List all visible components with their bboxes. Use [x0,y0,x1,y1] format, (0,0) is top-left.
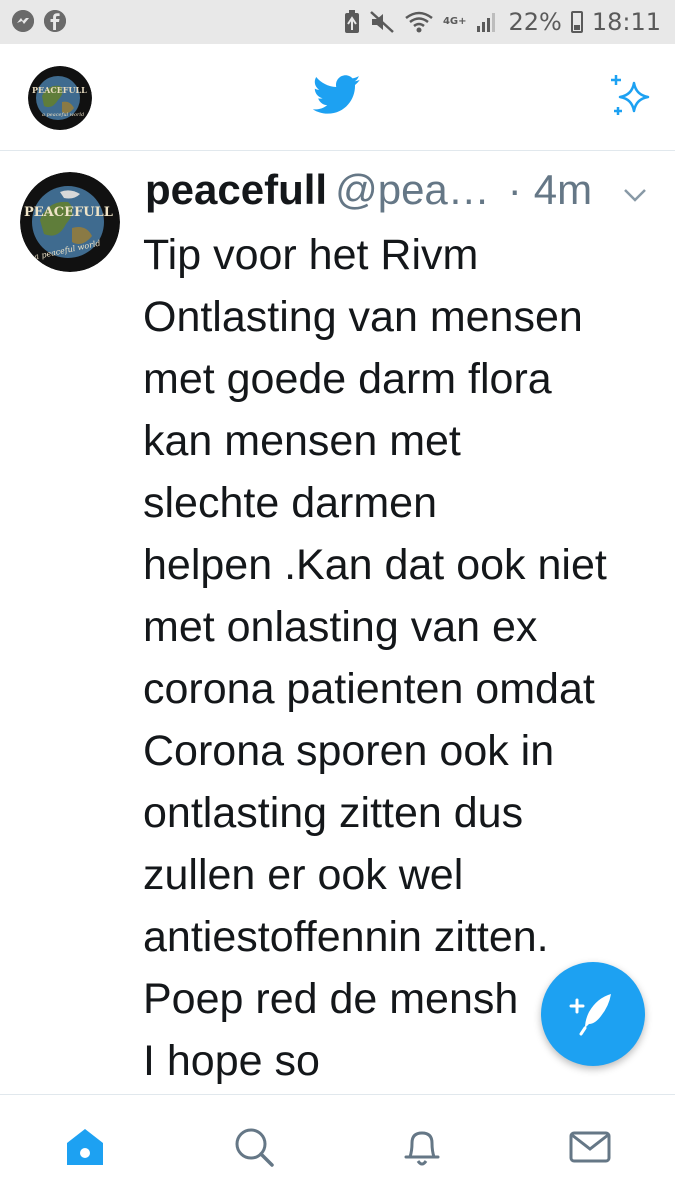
tweet-line: helpen .Kan dat ook niet [143,541,607,589]
tweet-line: zullen er ook wel [143,851,464,899]
tweet-line: met onlasting van ex [143,603,538,651]
wifi-icon [405,11,433,33]
facebook-icon [44,10,66,32]
notification-icons [12,10,66,32]
tweet-line: Tip voor het Rivm [143,231,479,279]
tweet-line: corona patienten omdat [143,665,595,713]
battery-saver-icon [344,10,359,33]
system-icons: 4G+ 22% 18:11 [344,8,661,36]
signal-icon [477,13,496,32]
messenger-icon [12,10,34,32]
home-icon[interactable] [63,1125,107,1169]
app-header: PEACEFULL a peaceful world [0,44,675,151]
network-type: 4G+ [442,16,467,27]
compose-icon [569,994,611,1036]
tweet-line: ontlasting zitten dus [143,789,524,837]
status-bar: 4G+ 22% 18:11 [0,0,675,44]
tweet-header: peacefull @pea… · 4m [145,166,592,222]
svg-text:a peaceful world: a peaceful world [42,112,84,118]
tweet-line: Ontlasting van mensen [143,293,583,341]
sparkle-icon[interactable] [604,71,654,121]
twitter-bird-icon [313,75,361,114]
chevron-down-icon[interactable] [622,186,648,204]
separator-dot: · [507,166,522,213]
profile-avatar-button[interactable]: PEACEFULL a peaceful world [28,66,92,130]
bottom-navigation [0,1094,675,1201]
notifications-icon[interactable] [400,1125,444,1169]
messages-icon[interactable] [568,1125,612,1169]
search-icon[interactable] [232,1125,276,1169]
svg-text:PEACEFULL: PEACEFULL [32,85,87,95]
compose-tweet-button[interactable] [541,962,645,1066]
tweet-author-avatar[interactable]: PEACEFULL a peaceful world [20,172,120,272]
tweet-timestamp[interactable]: 4m [534,166,592,214]
tweet-line: slechte darmen [143,479,437,527]
clock: 18:11 [591,8,661,36]
tweet-line: met goede darm flora [143,355,552,403]
avatar-logo-text: PEACEFULL [24,205,113,220]
display-name[interactable]: peacefull [145,166,327,214]
mute-icon [370,11,394,33]
tweet-line: antiestoffennin zitten. [143,913,549,961]
battery-icon [570,11,583,33]
tweet-line: kan mensen met [143,417,461,465]
battery-percent: 22% [508,8,562,36]
user-handle[interactable]: @pea… [335,166,490,214]
tweet-line: Corona sporen ook in [143,727,555,775]
